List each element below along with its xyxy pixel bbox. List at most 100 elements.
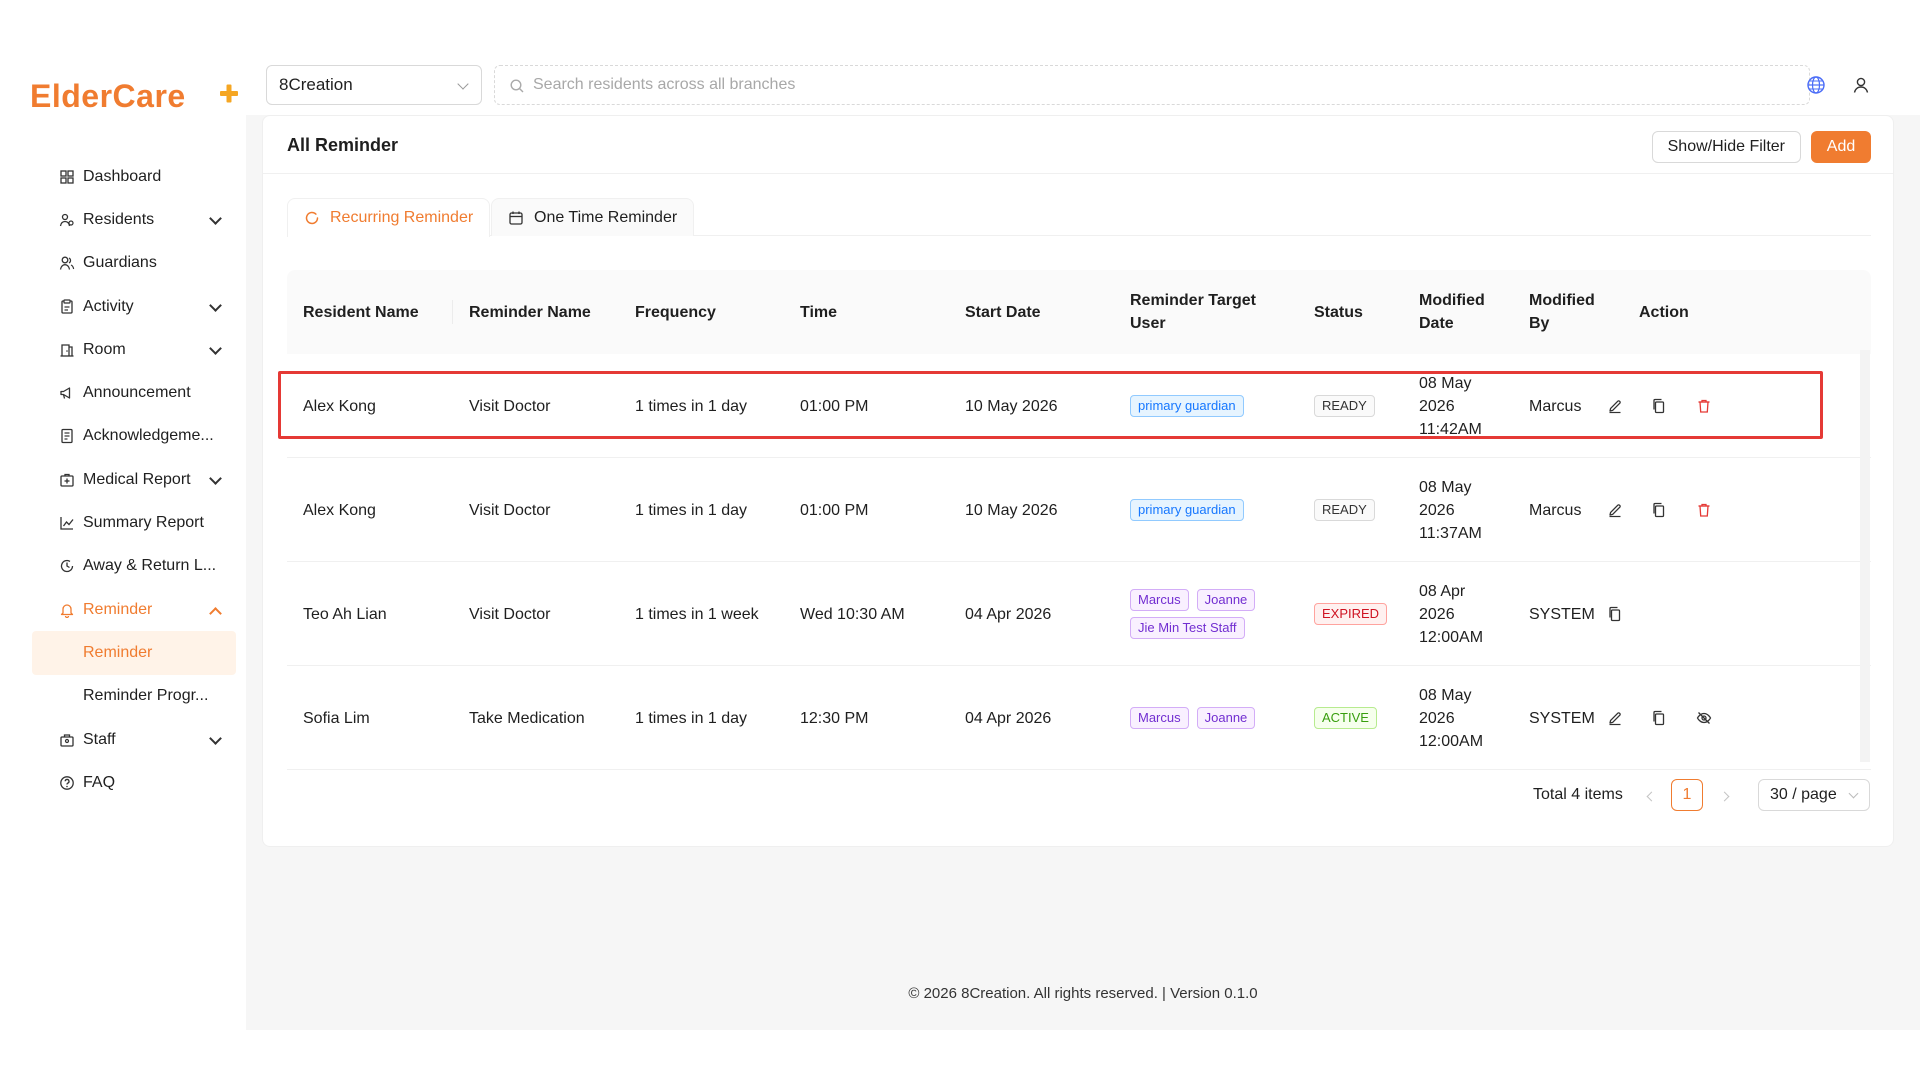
status-badge: EXPIRED (1314, 603, 1388, 625)
resident-name-cell: Sofia Lim (303, 709, 370, 727)
page-size-value: 30 / page (1770, 786, 1837, 803)
sidebar-nav: Dashboard Residents Guardians Activity Room A… (32, 155, 236, 804)
chevron-down-icon (1848, 788, 1859, 799)
sidebar-subitem[interactable]: Reminder (32, 631, 236, 675)
target-user-tag: Jie Min Test Staff (1130, 617, 1245, 639)
sidebar-item-faq[interactable]: FAQ (32, 761, 236, 804)
sidebar-item-announcement[interactable]: Announcement (32, 371, 236, 414)
tab-label: Recurring Reminder (330, 209, 474, 226)
reminder-card: All Reminder Show/Hide Filter Add Recurr… (262, 115, 1894, 847)
chevron-up-icon (209, 606, 222, 620)
page-number[interactable]: 1 (1671, 779, 1703, 811)
time-cell: 01:00 PM (800, 501, 869, 519)
edit-icon[interactable] (1605, 396, 1625, 416)
medical-report-icon (59, 472, 75, 488)
next-page-icon[interactable] (1718, 788, 1734, 804)
resident-name-cell: Teo Ah Lian (303, 605, 387, 623)
acknowledgement-icon (59, 428, 75, 444)
sidebar-item-residents[interactable]: Residents (32, 198, 236, 241)
table-header: Resident Name Reminder Name Frequency Ti… (287, 270, 1871, 354)
status-cell: READY (1314, 354, 1414, 458)
table-scrollbar[interactable] (1860, 350, 1870, 762)
edit-icon[interactable] (1605, 500, 1625, 520)
tab-label: One Time Reminder (534, 208, 678, 226)
sidebar-item-medical-report[interactable]: Medical Report (32, 458, 236, 501)
previous-page-icon[interactable] (1642, 788, 1658, 804)
copy-icon[interactable] (1649, 500, 1669, 520)
summary-report-icon (59, 515, 75, 531)
search-input[interactable]: Search residents across all branches (494, 65, 1810, 105)
sidebar-item-staff[interactable]: Staff (32, 718, 236, 761)
branch-select-value: 8Creation (279, 75, 353, 94)
sidebar-item-away-return[interactable]: Away & Return L... (32, 545, 236, 588)
sidebar-item-label: Medical Report (83, 470, 191, 488)
edit-icon[interactable] (1605, 708, 1625, 728)
start-date-cell: 04 Apr 2026 (965, 709, 1052, 727)
sidebar-item-label: Room (83, 340, 126, 358)
reminder-name-cell: Take Medication (469, 709, 585, 727)
column-header: Modified Date (1419, 292, 1485, 332)
column-header: Frequency (635, 303, 716, 321)
chevron-down-icon (209, 341, 222, 355)
column-header: Time (800, 303, 838, 321)
footer: © 2026 8Creation. All rights reserved. |… (908, 985, 1258, 1002)
table-row[interactable]: Sofia Lim Take Medication 1 times in 1 day… (287, 666, 1871, 770)
frequency-cell: 1 times in 1 day (635, 501, 748, 519)
tab-one-time-reminder[interactable]: One Time Reminder (491, 198, 695, 236)
eye-off-icon[interactable] (1694, 708, 1714, 728)
copy-icon[interactable] (1649, 708, 1669, 728)
tab-recurring-reminder[interactable]: Recurring Reminder (287, 198, 491, 237)
reminder-name-cell: Visit Doctor (469, 501, 551, 519)
sidebar-item-label: Activity (83, 297, 134, 315)
reminder-tabs: Recurring Reminder One Time Reminder (287, 198, 1871, 237)
globe-icon[interactable] (1806, 75, 1826, 100)
sidebar-item-dashboard[interactable]: Dashboard (32, 155, 236, 198)
sidebar-subitem[interactable]: Reminder Progr... (32, 675, 236, 718)
delete-icon[interactable] (1694, 396, 1714, 416)
page-size-select[interactable]: 30 / page (1758, 779, 1870, 811)
staff-icon (59, 732, 75, 748)
dashboard-icon (59, 169, 75, 185)
delete-icon[interactable] (1694, 500, 1714, 520)
column-header: Status (1314, 303, 1363, 321)
sidebar-item-label: Reminder (83, 600, 153, 618)
search-placeholder: Search residents across all branches (533, 76, 796, 93)
target-user-tag: Marcus (1130, 707, 1189, 729)
target-user-tag: Joanne (1196, 707, 1256, 729)
user-icon[interactable] (1851, 75, 1871, 100)
target-user-cell: Marcus Joanne (1130, 666, 1280, 770)
status-cell: EXPIRED (1314, 562, 1414, 666)
announcement-icon (59, 385, 75, 401)
eldercare-logo: ElderCare (30, 78, 238, 114)
sidebar-item-activity[interactable]: Activity (32, 285, 236, 328)
copy-icon[interactable] (1649, 396, 1669, 416)
table-row[interactable]: Alex Kong Visit Doctor 1 times in 1 day 01:… (287, 354, 1871, 458)
sidebar-item-summary-report[interactable]: Summary Report (32, 501, 236, 544)
start-date-cell: 04 Apr 2026 (965, 605, 1052, 623)
table-row[interactable]: Alex Kong Visit Doctor 1 times in 1 day 01:… (287, 458, 1871, 562)
sidebar-item-label: Summary Report (83, 514, 204, 532)
chevron-down-icon (209, 471, 222, 485)
table-row[interactable]: Teo Ah Lian Visit Doctor 1 times in 1 week… (287, 562, 1871, 666)
sidebar-item-label: Guardians (83, 254, 157, 272)
sidebar-item-label: Residents (83, 210, 155, 228)
sidebar-item-bell[interactable]: Reminder (32, 588, 236, 631)
show-hide-filter-button[interactable]: Show/Hide Filter (1651, 131, 1801, 163)
target-user-cell: primary guardian (1130, 458, 1280, 562)
time-cell: Wed 10:30 AM (800, 605, 905, 623)
column-header: Resident Name (303, 270, 453, 354)
target-user-tag: primary guardian (1130, 395, 1244, 417)
chevron-down-icon (209, 298, 222, 312)
sidebar: ElderCare Dashboard Residents Guardians Act… (0, 55, 246, 1030)
sidebar-item-room[interactable]: Room (32, 328, 236, 371)
sidebar-item-label: Dashboard (83, 167, 162, 185)
sidebar-item-guardians[interactable]: Guardians (32, 242, 236, 285)
add-button[interactable]: Add (1811, 131, 1871, 163)
copy-icon[interactable] (1605, 604, 1625, 624)
sidebar-item-label: Acknowledgeme... (83, 427, 214, 445)
sidebar-item-label: FAQ (83, 773, 116, 791)
branch-select[interactable]: 8Creation (266, 65, 482, 105)
target-user-tag: Marcus (1130, 589, 1189, 611)
sidebar-item-acknowledgement[interactable]: Acknowledgeme... (32, 415, 236, 458)
bell-icon (59, 602, 75, 618)
